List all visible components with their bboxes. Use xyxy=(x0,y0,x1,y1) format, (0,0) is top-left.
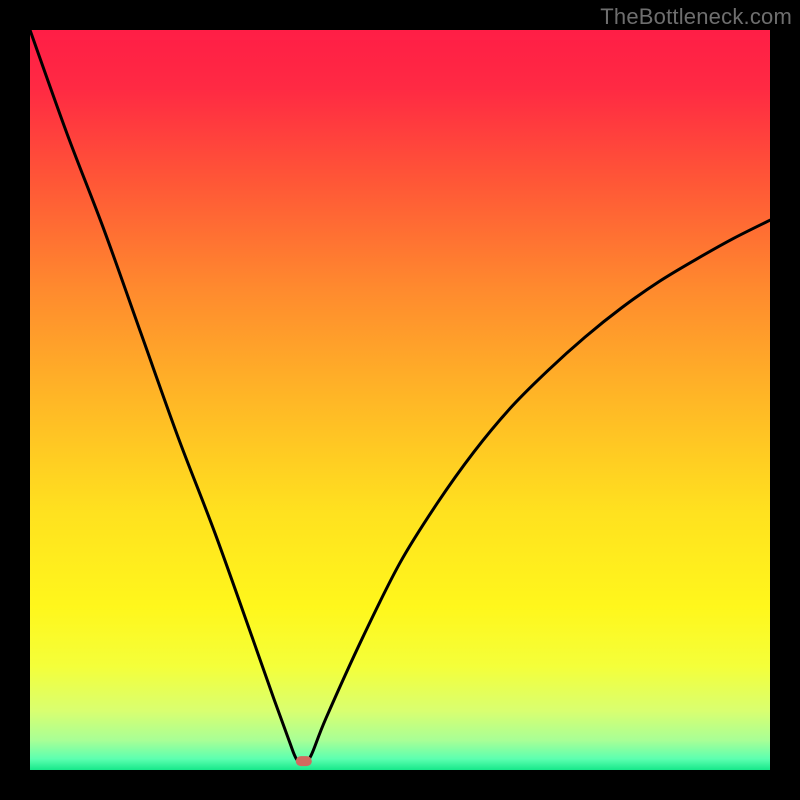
gradient-background xyxy=(30,30,770,770)
optimal-point-marker xyxy=(296,756,312,766)
plot-area xyxy=(30,30,770,770)
watermark-text: TheBottleneck.com xyxy=(600,4,792,30)
chart-frame: TheBottleneck.com xyxy=(0,0,800,800)
chart-svg xyxy=(30,30,770,770)
